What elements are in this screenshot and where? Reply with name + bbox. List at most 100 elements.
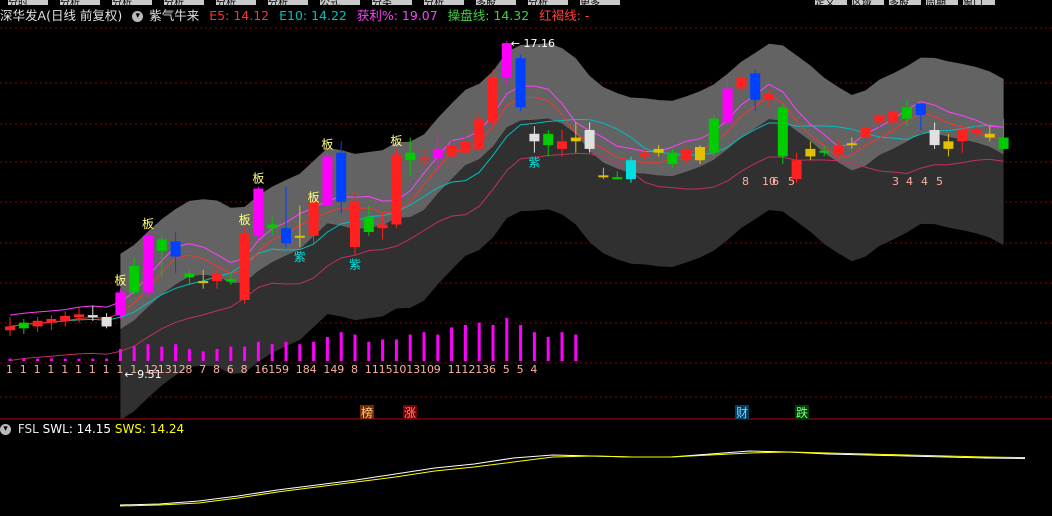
candle-body <box>363 216 374 232</box>
candle-body <box>419 158 429 161</box>
high-price-marker: ← 17.16 <box>511 37 555 50</box>
candle-body <box>350 201 360 248</box>
candle-body <box>405 152 416 161</box>
candle-body <box>736 77 747 89</box>
volume-bar <box>118 349 122 361</box>
volume-bar <box>353 334 357 361</box>
count-label: 1 <box>47 363 54 376</box>
candle-body <box>653 148 664 153</box>
candle-body <box>32 320 43 327</box>
volume-bar <box>339 332 343 361</box>
volume-bar <box>546 337 550 361</box>
candle-body <box>722 88 733 123</box>
candle-body <box>626 160 636 180</box>
count-label: 6 <box>489 363 496 376</box>
candle-body <box>239 233 250 300</box>
count-label: 7 <box>199 363 206 376</box>
candle-body <box>446 145 457 157</box>
volume-bar <box>187 349 191 361</box>
candle-body <box>60 315 71 321</box>
volume-bar <box>532 332 536 361</box>
candle-body <box>929 130 940 146</box>
volume-bar <box>243 346 247 361</box>
count-label: 18 <box>296 363 310 376</box>
volume-bar <box>560 332 564 361</box>
volume-bar <box>174 344 178 361</box>
candle-body <box>377 224 388 229</box>
candle-body <box>336 152 347 202</box>
volume-bar <box>215 349 219 361</box>
count-label: 1 <box>89 363 96 376</box>
count-label: 9 <box>434 363 441 376</box>
candle-body <box>805 148 816 157</box>
count-label: 5 <box>936 175 943 188</box>
candle-body <box>708 118 719 153</box>
volume-bar <box>436 334 440 361</box>
candle-body <box>888 111 899 123</box>
candle-body <box>860 128 871 138</box>
candlestick-chart[interactable]: 1 1 1 1 1 1 1 1 1 1 12 13 12 8 7 8 6 8 16 15 9 18 4 14 9 8 11 15 10 1… <box>0 0 1052 420</box>
volume-bar <box>574 334 578 361</box>
volume-bar <box>367 341 371 361</box>
fsl-line-chart[interactable] <box>0 420 1052 516</box>
count-label: 8 <box>185 363 192 376</box>
candle-body <box>474 118 485 149</box>
candle-body <box>5 326 15 331</box>
count-label: 11 <box>448 363 462 376</box>
candle-body <box>667 152 678 164</box>
volume-bar <box>422 332 426 361</box>
volume-bar <box>201 351 205 361</box>
candle-body <box>695 147 705 161</box>
candle-body <box>598 175 609 178</box>
count-label: 8 <box>742 175 749 188</box>
ban-limit-up-label: 板 <box>252 172 264 186</box>
candle-body <box>819 150 830 153</box>
count-label: 4 <box>310 363 317 376</box>
volume-bar <box>132 346 136 361</box>
candle-body <box>998 137 1009 149</box>
zi-signal-label: 紫 <box>294 250 306 264</box>
candle-body <box>322 156 333 206</box>
candle-body <box>612 177 623 180</box>
count-label: 9 <box>337 363 344 376</box>
count-label: 5 <box>503 363 510 376</box>
candle-body <box>902 107 912 119</box>
count-label: 16 <box>254 363 268 376</box>
candle-body <box>198 281 209 284</box>
candle-body <box>46 318 57 323</box>
candle-body <box>156 239 167 251</box>
volume-bar <box>325 337 329 361</box>
zi-signal-label: 紫 <box>349 258 361 272</box>
volume-bar <box>8 358 12 361</box>
volume-bar <box>229 346 233 361</box>
candle-body <box>308 201 319 236</box>
volume-bar <box>463 325 467 361</box>
count-label: 4 <box>921 175 928 188</box>
volume-bar <box>312 341 316 361</box>
count-label: 14 <box>323 363 337 376</box>
count-label: 1 <box>6 363 13 376</box>
volume-bar <box>491 325 495 361</box>
candle-body <box>488 77 498 123</box>
candle-body <box>764 94 774 100</box>
candle-body <box>294 235 305 238</box>
count-label: 8 <box>241 363 248 376</box>
volume-bar <box>408 334 412 361</box>
candle-body <box>432 148 443 159</box>
candle-body <box>101 317 112 327</box>
candle-body <box>557 141 567 149</box>
volume-bar <box>394 339 398 361</box>
count-label: 12 <box>172 363 186 376</box>
ban-limit-up-label: 板 <box>142 217 154 231</box>
count-label: 9 <box>282 363 289 376</box>
candle-body <box>570 137 581 142</box>
volume-bar <box>160 346 164 361</box>
low-price-marker: ← 9.51 <box>124 368 161 381</box>
count-label: 1 <box>61 363 68 376</box>
volume-bar <box>519 325 523 361</box>
swl-line <box>119 450 1026 506</box>
candle-body <box>18 322 29 329</box>
count-label: 1 <box>116 363 123 376</box>
candle-body <box>170 241 181 257</box>
candle-body <box>984 133 995 138</box>
